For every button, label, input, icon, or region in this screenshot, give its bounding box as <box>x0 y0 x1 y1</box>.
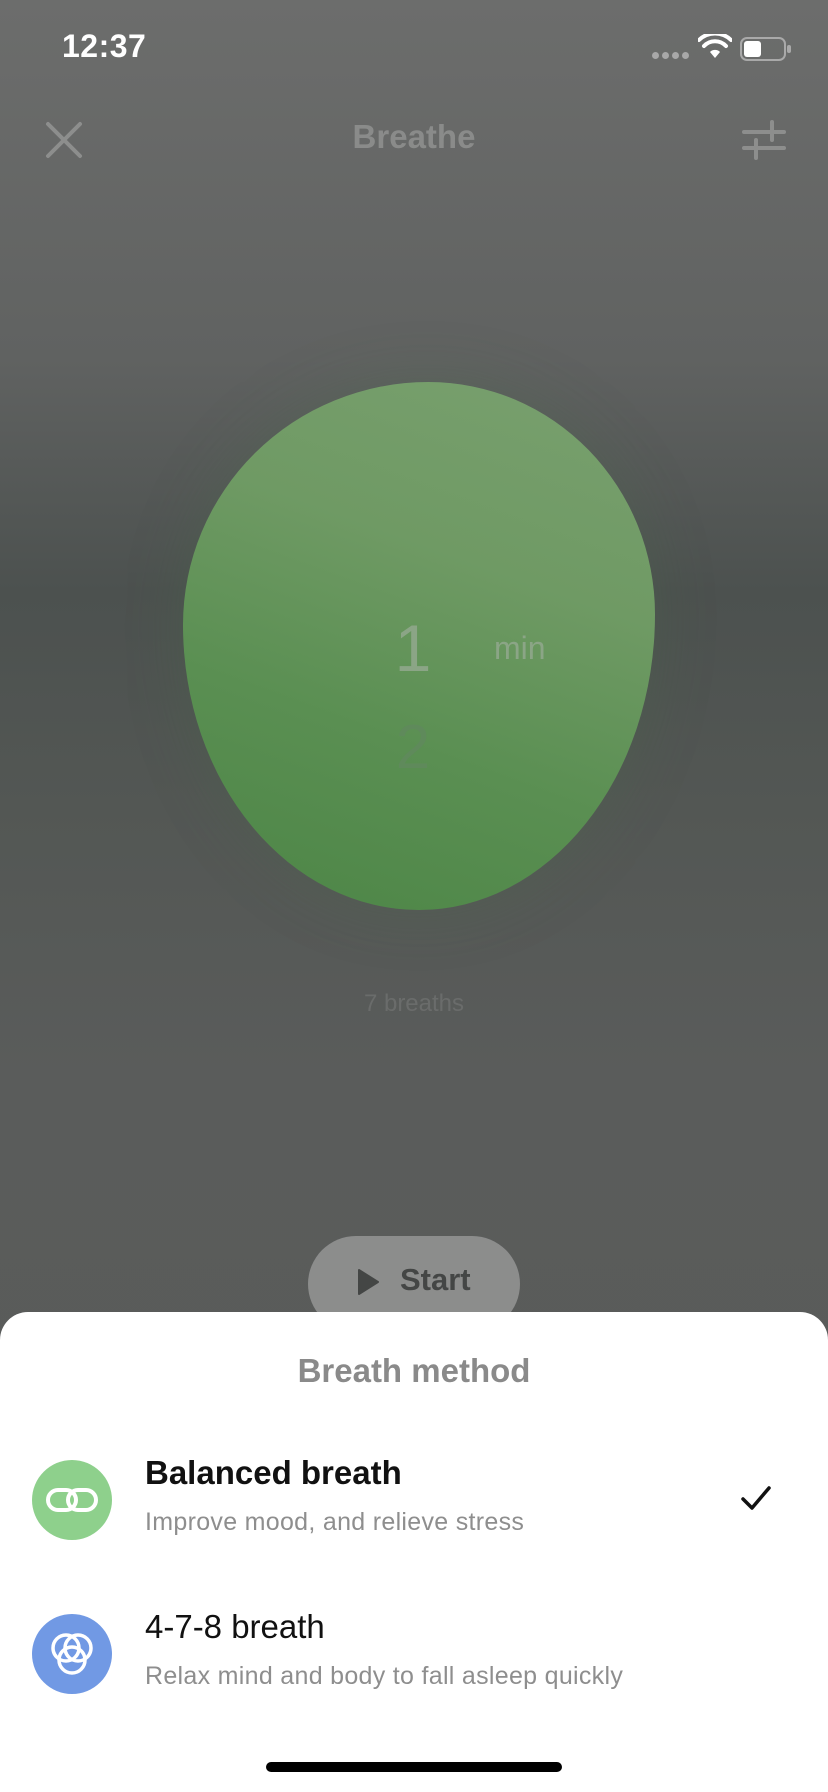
status-time: 12:37 <box>62 28 147 64</box>
checkmark-icon <box>741 1486 771 1510</box>
wifi-icon <box>698 34 732 58</box>
option-description: Improve mood, and relieve stress <box>145 1508 525 1536</box>
cellular-signal-icon <box>652 52 690 60</box>
play-icon <box>358 1269 379 1295</box>
sliders-icon[interactable] <box>740 118 788 162</box>
start-button-label: Start <box>400 1262 471 1297</box>
duration-option[interactable]: 2 <box>353 712 473 783</box>
option-name: Balanced breath <box>145 1454 402 1491</box>
page-title: Breathe <box>352 118 476 155</box>
breath-method-sheet: Breath method Balanced breath Improve mo… <box>0 1312 828 1792</box>
option-description: Relax mind and body to fall asleep quick… <box>145 1662 624 1690</box>
battery-icon <box>740 37 791 61</box>
breaths-count: 7 breaths <box>363 990 465 1017</box>
breath-option-478[interactable]: 4-7-8 breath Relax mind and body to fall… <box>0 1594 828 1724</box>
sheet-title: Breath method <box>297 1352 531 1389</box>
interlocked-rings-icon <box>32 1460 112 1540</box>
option-name: 4-7-8 breath <box>145 1608 325 1645</box>
status-bar: 12:37 <box>0 0 828 96</box>
knot-icon <box>32 1614 112 1694</box>
home-indicator[interactable] <box>266 1762 562 1772</box>
duration-option-selected[interactable]: 1 <box>353 610 473 686</box>
breath-option-balanced[interactable]: Balanced breath Improve mood, and reliev… <box>0 1440 828 1570</box>
nav-bar: Breathe <box>0 100 828 180</box>
duration-unit: min <box>494 630 546 666</box>
